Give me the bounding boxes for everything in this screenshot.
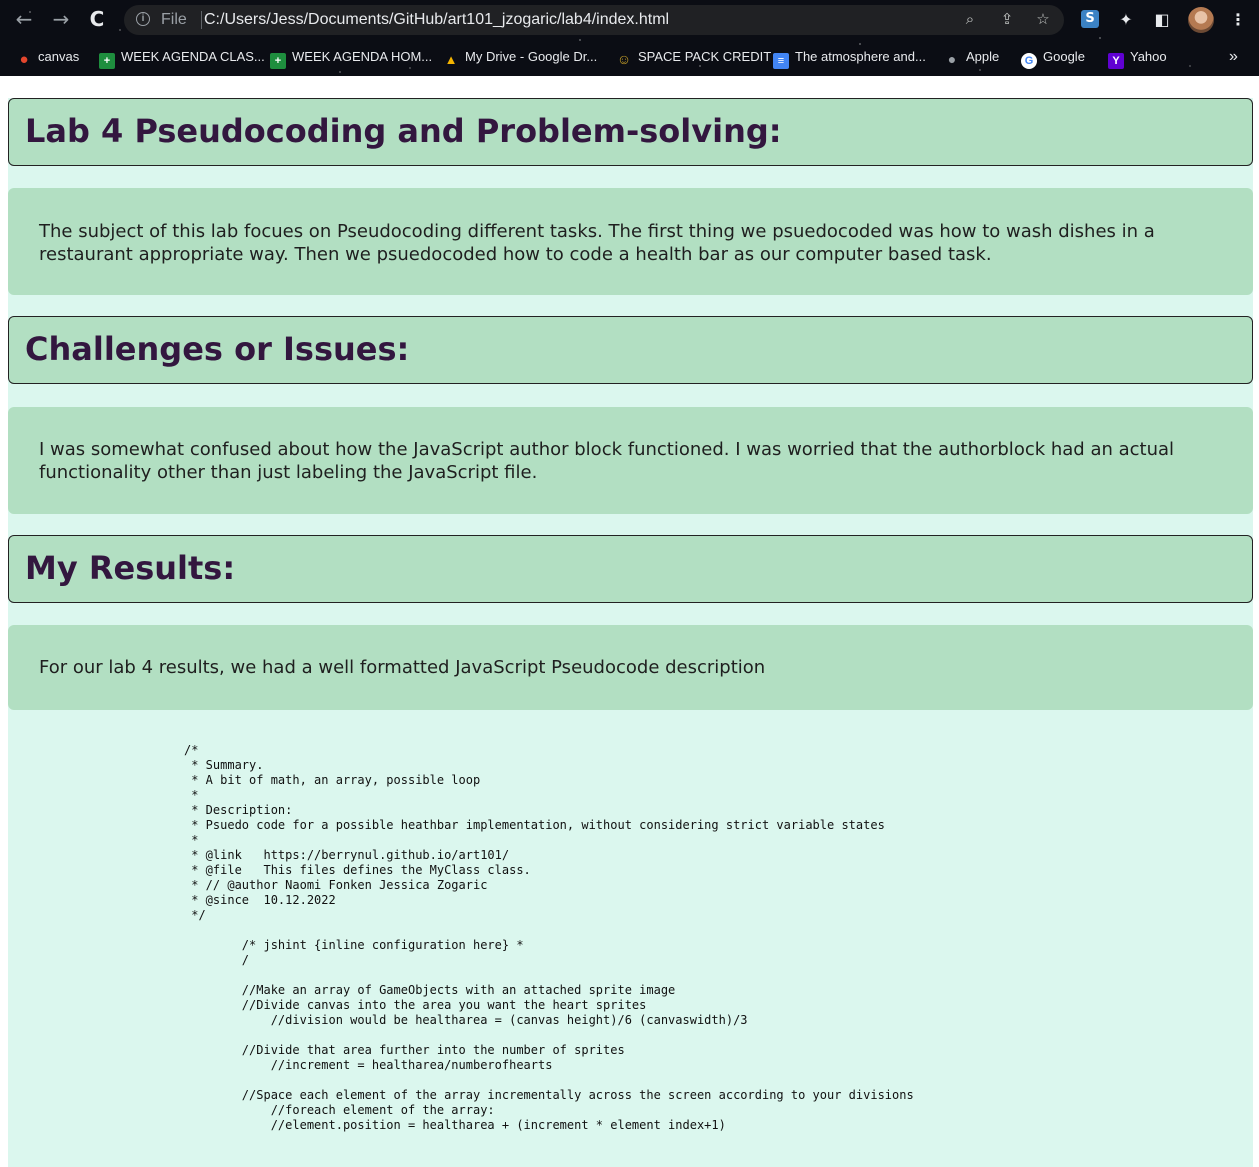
apple-icon: ●	[947, 51, 957, 67]
bookmark-label: Apple	[966, 49, 1000, 64]
section-heading-box: Challenges or Issues:	[8, 316, 1253, 384]
section-text-box: The subject of this lab focues on Pseudo…	[8, 188, 1253, 295]
canvas-icon: ●	[19, 51, 29, 68]
google-icon: G	[1021, 53, 1037, 69]
page-body: Lab 4 Pseudocoding and Problem-solving: …	[8, 98, 1253, 1167]
bookmark-canvas[interactable]: ● canvas	[16, 48, 80, 68]
bookmark-label: WEEK AGENDA CLAS...	[121, 49, 265, 64]
extension-s-icon[interactable]: S	[1081, 10, 1099, 28]
zoom-icon[interactable]: ⌕	[959, 9, 981, 31]
bookmark-label: Yahoo	[1130, 49, 1167, 64]
pseudocode-block: /* * Summary. * A bit of math, an array,…	[184, 743, 914, 1132]
section-text-box: I was somewhat confused about how the Ja…	[8, 407, 1253, 514]
reload-icon[interactable]: C	[84, 6, 110, 32]
bookmark-label: The atmosphere and...	[795, 49, 926, 64]
extensions-puzzle-icon[interactable]: ✦	[1114, 8, 1138, 32]
results-paragraph: For our lab 4 results, we had a well for…	[39, 657, 766, 678]
bookmarks-bar: ● canvas + WEEK AGENDA CLAS... + WEEK AGEND…	[0, 42, 1259, 72]
bookmark-atmosphere[interactable]: ≡ The atmosphere and...	[773, 48, 926, 69]
bookmark-star-icon[interactable]: ☆	[1032, 9, 1054, 31]
browser-toolbar: ← → C i File C:/Users/Jess/Documents/Git…	[0, 0, 1259, 76]
site-info-icon[interactable]: i	[136, 12, 150, 26]
address-bar[interactable]: i File C:/Users/Jess/Documents/GitHub/ar…	[124, 5, 1064, 35]
bookmark-label: Google	[1043, 49, 1085, 64]
challenges-heading: Challenges or Issues:	[25, 330, 410, 368]
docs-icon: ≡	[773, 53, 789, 69]
bookmark-label: SPACE PACK CREDIT	[638, 49, 772, 64]
bookmark-week-agenda-home[interactable]: + WEEK AGENDA HOM...	[270, 48, 433, 69]
results-heading: My Results:	[25, 549, 236, 587]
bookmark-my-drive[interactable]: ▲ My Drive - Google Dr...	[443, 48, 598, 67]
browser-menu-icon[interactable]: ⋮	[1226, 8, 1250, 32]
address-separator	[201, 11, 202, 29]
space-pack-icon: ☺	[616, 51, 632, 67]
section-text-box: For our lab 4 results, we had a well for…	[8, 625, 1253, 710]
side-panel-icon[interactable]: ◧	[1150, 8, 1174, 32]
intro-paragraph: The subject of this lab focues on Pseudo…	[39, 221, 1155, 265]
address-url[interactable]: C:/Users/Jess/Documents/GitHub/art101_jz…	[204, 11, 669, 29]
section-heading-box: My Results:	[8, 535, 1253, 603]
yahoo-icon: Y	[1108, 53, 1124, 69]
bookmark-apple[interactable]: ● Apple	[944, 48, 1000, 67]
page-title: Lab 4 Pseudocoding and Problem-solving:	[25, 112, 782, 150]
page-viewport: Lab 4 Pseudocoding and Problem-solving: …	[0, 76, 1259, 1167]
share-icon[interactable]: ⇪	[996, 9, 1018, 31]
sheets-icon: +	[270, 53, 286, 69]
bookmark-week-agenda-class[interactable]: + WEEK AGENDA CLAS...	[99, 48, 265, 69]
bookmark-label: My Drive - Google Dr...	[465, 49, 598, 64]
bookmarks-more-icon[interactable]: »	[1229, 48, 1238, 66]
forward-arrow-icon[interactable]: →	[48, 6, 74, 32]
bookmark-space-pack-credit[interactable]: ☺ SPACE PACK CREDIT	[616, 48, 772, 67]
back-arrow-icon[interactable]: ←	[11, 6, 37, 32]
section-heading-box: Lab 4 Pseudocoding and Problem-solving:	[8, 98, 1253, 166]
file-scheme-label: File	[161, 11, 187, 28]
bookmark-label: canvas	[38, 49, 80, 64]
bookmark-yahoo[interactable]: Y Yahoo	[1108, 48, 1167, 69]
drive-icon: ▲	[444, 52, 458, 67]
sheets-icon: +	[99, 53, 115, 69]
bookmark-google[interactable]: G Google	[1021, 48, 1085, 69]
bookmark-label: WEEK AGENDA HOM...	[292, 49, 433, 64]
challenges-paragraph: I was somewhat confused about how the Ja…	[39, 439, 1175, 483]
profile-avatar[interactable]	[1188, 7, 1214, 33]
